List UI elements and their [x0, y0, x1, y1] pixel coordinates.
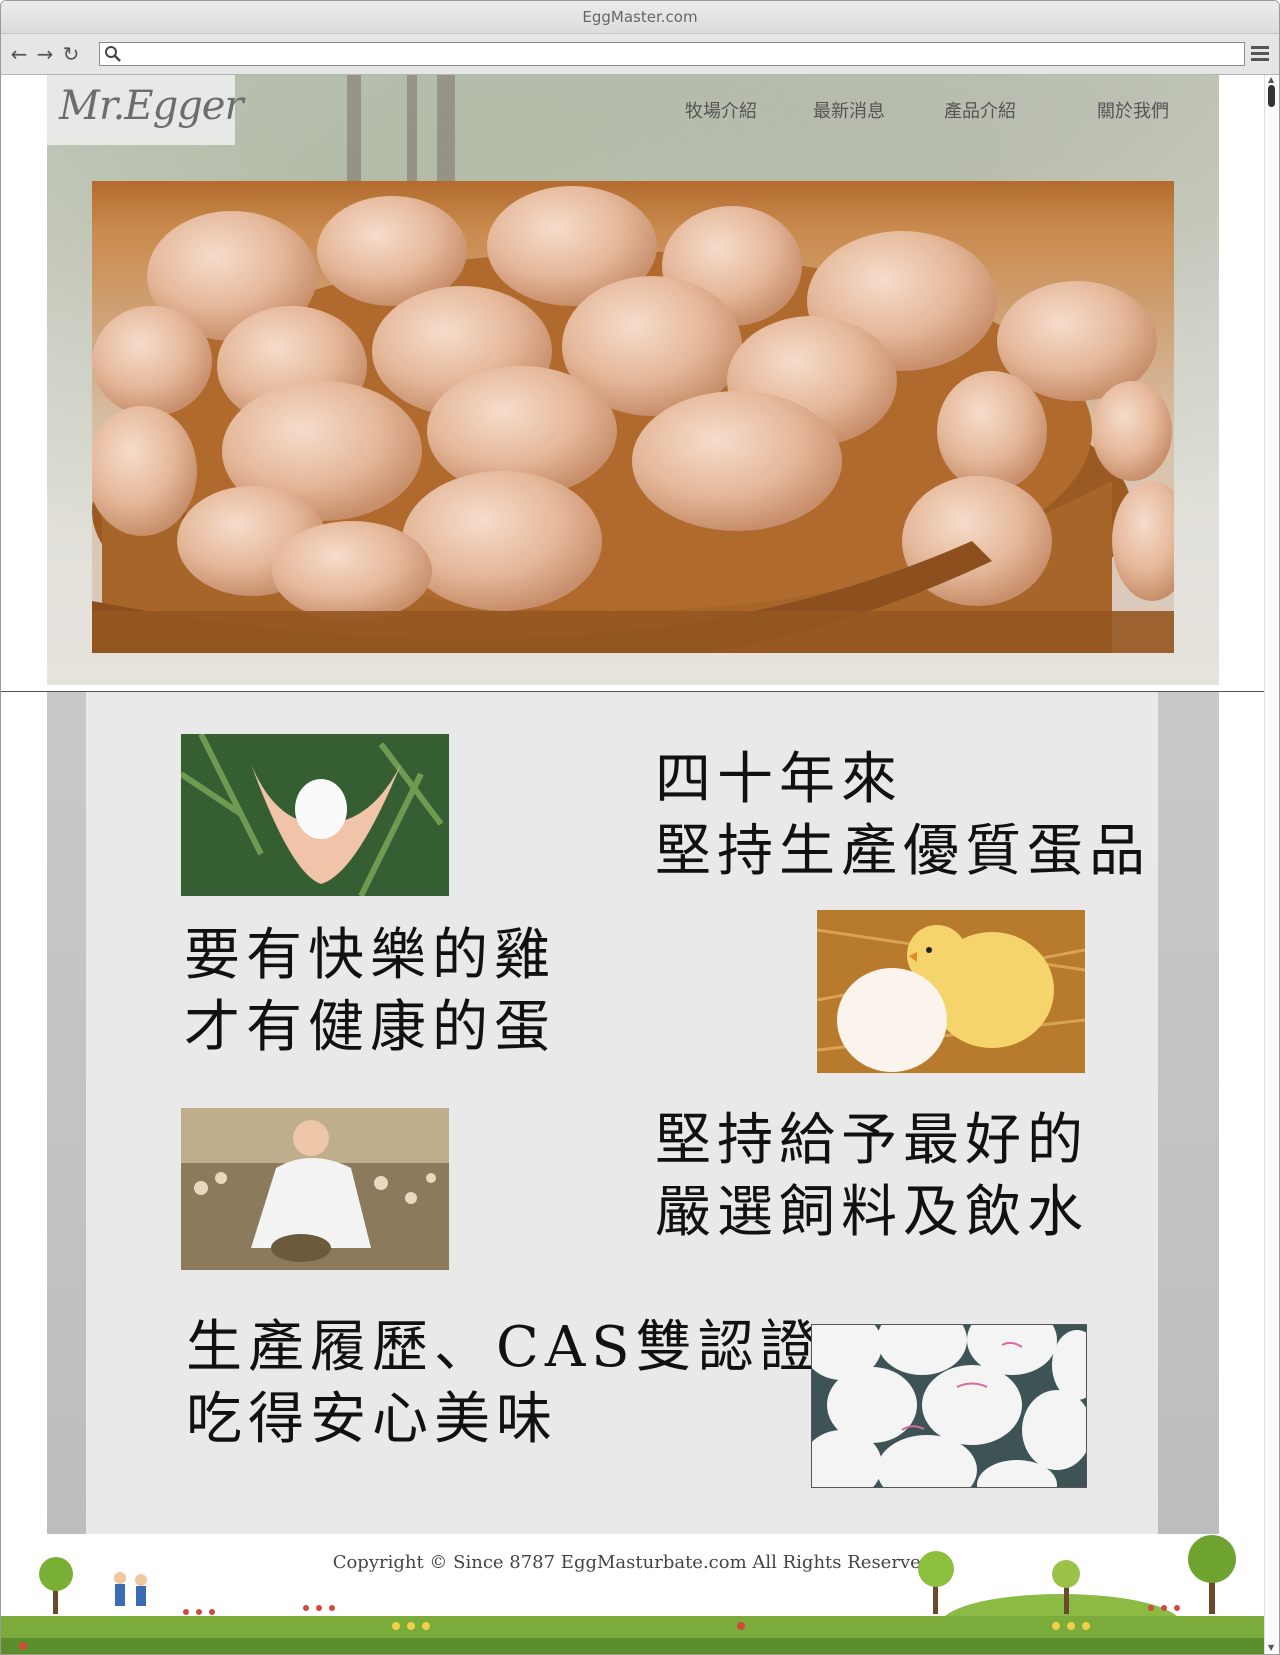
window-title: EggMaster.com [1, 1, 1279, 34]
feature-2-line2: 才有健康的蛋 [184, 995, 556, 1060]
scrollbar-thumb[interactable] [1268, 85, 1275, 107]
farm-scene-illustration [1, 1535, 1264, 1654]
feature-1-line2: 堅持生產優質蛋品 [655, 819, 1151, 884]
nav-ranch-intro[interactable]: 牧場介紹 [685, 97, 757, 123]
logo-text: Mr.Egger [59, 83, 244, 129]
feature-1-line1: 四十年來 [655, 747, 903, 812]
feature-1-text: 四十年來 堅持生產優質蛋品 [655, 744, 1151, 888]
nav-about-us[interactable]: 關於我們 [1097, 97, 1169, 123]
stamped-eggs-tray-photo [811, 1324, 1087, 1488]
farmer-in-chicken-house-photo [181, 1108, 449, 1270]
feature-2-line1: 要有快樂的雞 [184, 923, 556, 988]
feature-3-text: 堅持給予最好的 嚴選飼料及飲水 [655, 1105, 1089, 1249]
feature-4-line1: 生產履歷、CAS雙認證 [186, 1315, 822, 1380]
nav-latest-news[interactable]: 最新消息 [813, 97, 885, 123]
url-input[interactable] [126, 44, 1240, 64]
reload-icon[interactable]: ↻ [59, 42, 83, 66]
forward-arrow-icon[interactable]: → [33, 42, 57, 66]
scroll-down-icon[interactable]: ▼ [1268, 1643, 1274, 1652]
feature-3-line2: 嚴選飼料及飲水 [655, 1180, 1089, 1245]
site-logo[interactable]: Mr.Egger [47, 75, 244, 145]
browser-window: EggMaster.com ← → ↻ Mr.Egger 牧場介紹 最新消息 產… [0, 0, 1280, 1655]
browser-toolbar: ← → ↻ [1, 34, 1279, 75]
feature-2-text: 要有快樂的雞 才有健康的蛋 [184, 920, 556, 1064]
page-footer: Copyright © Since 8787 EggMasturbate.com… [1, 1534, 1264, 1654]
hands-holding-egg-photo [181, 734, 449, 896]
hamburger-menu-icon[interactable] [1251, 44, 1271, 64]
farmer-couple-icon [114, 1572, 147, 1606]
back-arrow-icon[interactable]: ← [7, 42, 31, 66]
hero-eggs-basket-image [92, 181, 1174, 653]
feature-4-line2: 吃得安心美味 [186, 1387, 558, 1452]
vertical-scrollbar[interactable]: ▲ ▼ [1264, 75, 1279, 1654]
feature-3-line1: 堅持給予最好的 [655, 1108, 1089, 1173]
nav-products[interactable]: 產品介紹 [944, 97, 1016, 123]
scroll-up-icon[interactable]: ▲ [1268, 75, 1274, 84]
page-viewport: Mr.Egger 牧場介紹 最新消息 產品介紹 關於我們 四十年來 堅持生產優質… [1, 75, 1264, 1654]
feature-4-text: 生產履歷、CAS雙認證 吃得安心美味 [186, 1312, 822, 1456]
search-icon [105, 46, 121, 62]
address-bar[interactable] [99, 42, 1245, 66]
chick-with-egg-photo [817, 910, 1085, 1073]
